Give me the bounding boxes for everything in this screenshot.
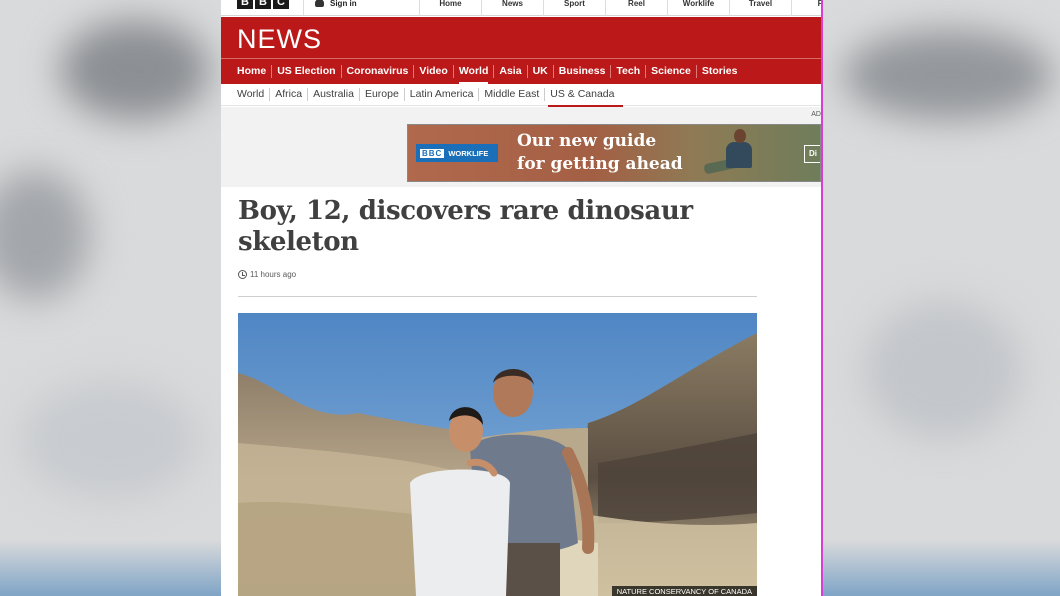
headline-divider — [238, 296, 757, 297]
blurred-backdrop-left — [0, 0, 221, 596]
news-masthead: NEWS Home US Election Coronavirus Video … — [221, 17, 821, 85]
article-lead-photo: NATURE CONSERVANCY OF CANADA — [238, 313, 757, 596]
main-nav-us-election[interactable]: US Election — [271, 65, 340, 78]
news-main-nav: Home US Election Coronavirus Video World… — [221, 58, 821, 85]
advert-zone: AD BBC WORKLIFE Our new guide for gettin… — [221, 107, 821, 187]
sub-nav-middle-east[interactable]: Middle East — [478, 88, 544, 101]
advert-person-illustration — [703, 125, 764, 181]
world-sub-nav: World Africa Australia Europe Latin Amer… — [221, 84, 821, 107]
main-nav-asia[interactable]: Asia — [493, 65, 526, 78]
global-nav-sport[interactable]: Sport — [543, 0, 605, 16]
global-nav-future[interactable]: Fu — [791, 0, 821, 16]
main-nav-coronavirus[interactable]: Coronavirus — [340, 65, 414, 78]
global-nav-news[interactable]: News — [481, 0, 543, 16]
global-nav-reel[interactable]: Reel — [605, 0, 667, 16]
screen-edge-line — [821, 0, 823, 596]
bbc-news-page: B B C Sign in Home News Sport Reel Workl… — [221, 0, 821, 596]
worklife-advert-banner[interactable]: BBC WORKLIFE Our new guide for getting a… — [407, 124, 821, 182]
bbc-logo-letter: B — [255, 0, 271, 9]
sub-nav-latin-america[interactable]: Latin America — [403, 88, 479, 101]
ad-logo-worklife: WORKLIFE — [448, 148, 489, 158]
global-nav-worklife[interactable]: Worklife — [667, 0, 729, 16]
advert-headline: Our new guide for getting ahead — [517, 130, 683, 176]
bbc-logo[interactable]: B B C — [237, 0, 289, 9]
main-nav-home[interactable]: Home — [237, 65, 271, 78]
bbc-worklife-logo: BBC WORKLIFE — [416, 144, 498, 162]
advert-cta-button[interactable]: Di — [804, 145, 820, 163]
news-logo[interactable]: NEWS — [237, 24, 322, 55]
blurred-backdrop-right — [823, 0, 1060, 596]
bbc-top-bar: B B C Sign in Home News Sport Reel Workl… — [221, 0, 821, 16]
sub-nav-europe[interactable]: Europe — [358, 88, 404, 101]
bbc-logo-letter: B — [237, 0, 253, 9]
sign-in-label: Sign in — [330, 0, 357, 8]
advert-headline-line-2: for getting ahead — [517, 154, 683, 174]
main-nav-world[interactable]: World — [452, 65, 494, 85]
ad-logo-bbc: BBC — [420, 148, 445, 158]
bbc-logo-letter: C — [273, 0, 289, 9]
advert-label: AD — [811, 111, 821, 118]
main-nav-video[interactable]: Video — [413, 65, 452, 78]
timestamp-text: 11 hours ago — [250, 270, 297, 279]
article-timestamp: 11 hours ago — [238, 270, 296, 279]
badlands-photo-illustration — [238, 313, 757, 596]
main-nav-tech[interactable]: Tech — [610, 65, 645, 78]
bbc-global-nav: Home News Sport Reel Worklife Travel Fu — [419, 0, 821, 16]
advert-headline-line-1: Our new guide — [517, 131, 657, 151]
sub-nav-world[interactable]: World — [237, 88, 269, 101]
global-nav-travel[interactable]: Travel — [729, 0, 791, 16]
sub-nav-us-canada[interactable]: US & Canada — [544, 88, 623, 107]
main-nav-business[interactable]: Business — [552, 65, 611, 78]
main-nav-science[interactable]: Science — [645, 65, 696, 78]
clock-icon — [238, 270, 247, 279]
sub-nav-africa[interactable]: Africa — [269, 88, 307, 101]
main-nav-uk[interactable]: UK — [526, 65, 553, 78]
image-credit: NATURE CONSERVANCY OF CANADA — [611, 586, 757, 596]
article-headline: Boy, 12, discovers rare dinosaur skeleto… — [238, 196, 693, 257]
global-nav-home[interactable]: Home — [419, 0, 481, 16]
main-nav-stories[interactable]: Stories — [695, 65, 743, 78]
sign-in-link[interactable]: Sign in — [303, 0, 357, 15]
user-icon — [314, 0, 325, 9]
sub-nav-australia[interactable]: Australia — [307, 88, 359, 101]
